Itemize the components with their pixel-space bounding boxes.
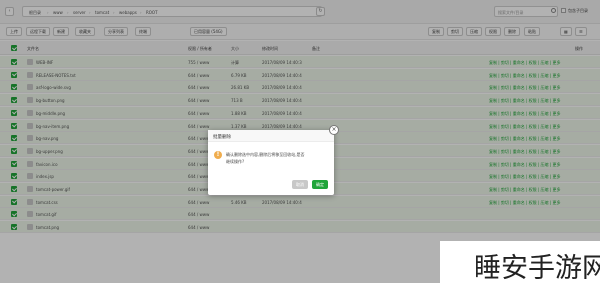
- confirm-button[interactable]: 确定: [312, 180, 328, 189]
- dialog-message-line1: 确认删除选中内容,删除后将移至回收站,是否: [226, 152, 305, 157]
- warning-icon: !: [214, 151, 222, 159]
- dialog-header: 批量删除: [208, 130, 334, 142]
- dialog-title: 批量删除: [213, 135, 231, 140]
- close-icon[interactable]: ×: [329, 125, 339, 135]
- watermark-text: 睡安手游网: [474, 253, 600, 283]
- dialog-message-line2: 继续操作?: [226, 159, 245, 164]
- batch-delete-dialog: 批量删除 × ! 确认删除选中内容,删除后将移至回收站,是否 继续操作? 取消 …: [208, 125, 339, 195]
- cancel-button[interactable]: 取消: [292, 180, 308, 189]
